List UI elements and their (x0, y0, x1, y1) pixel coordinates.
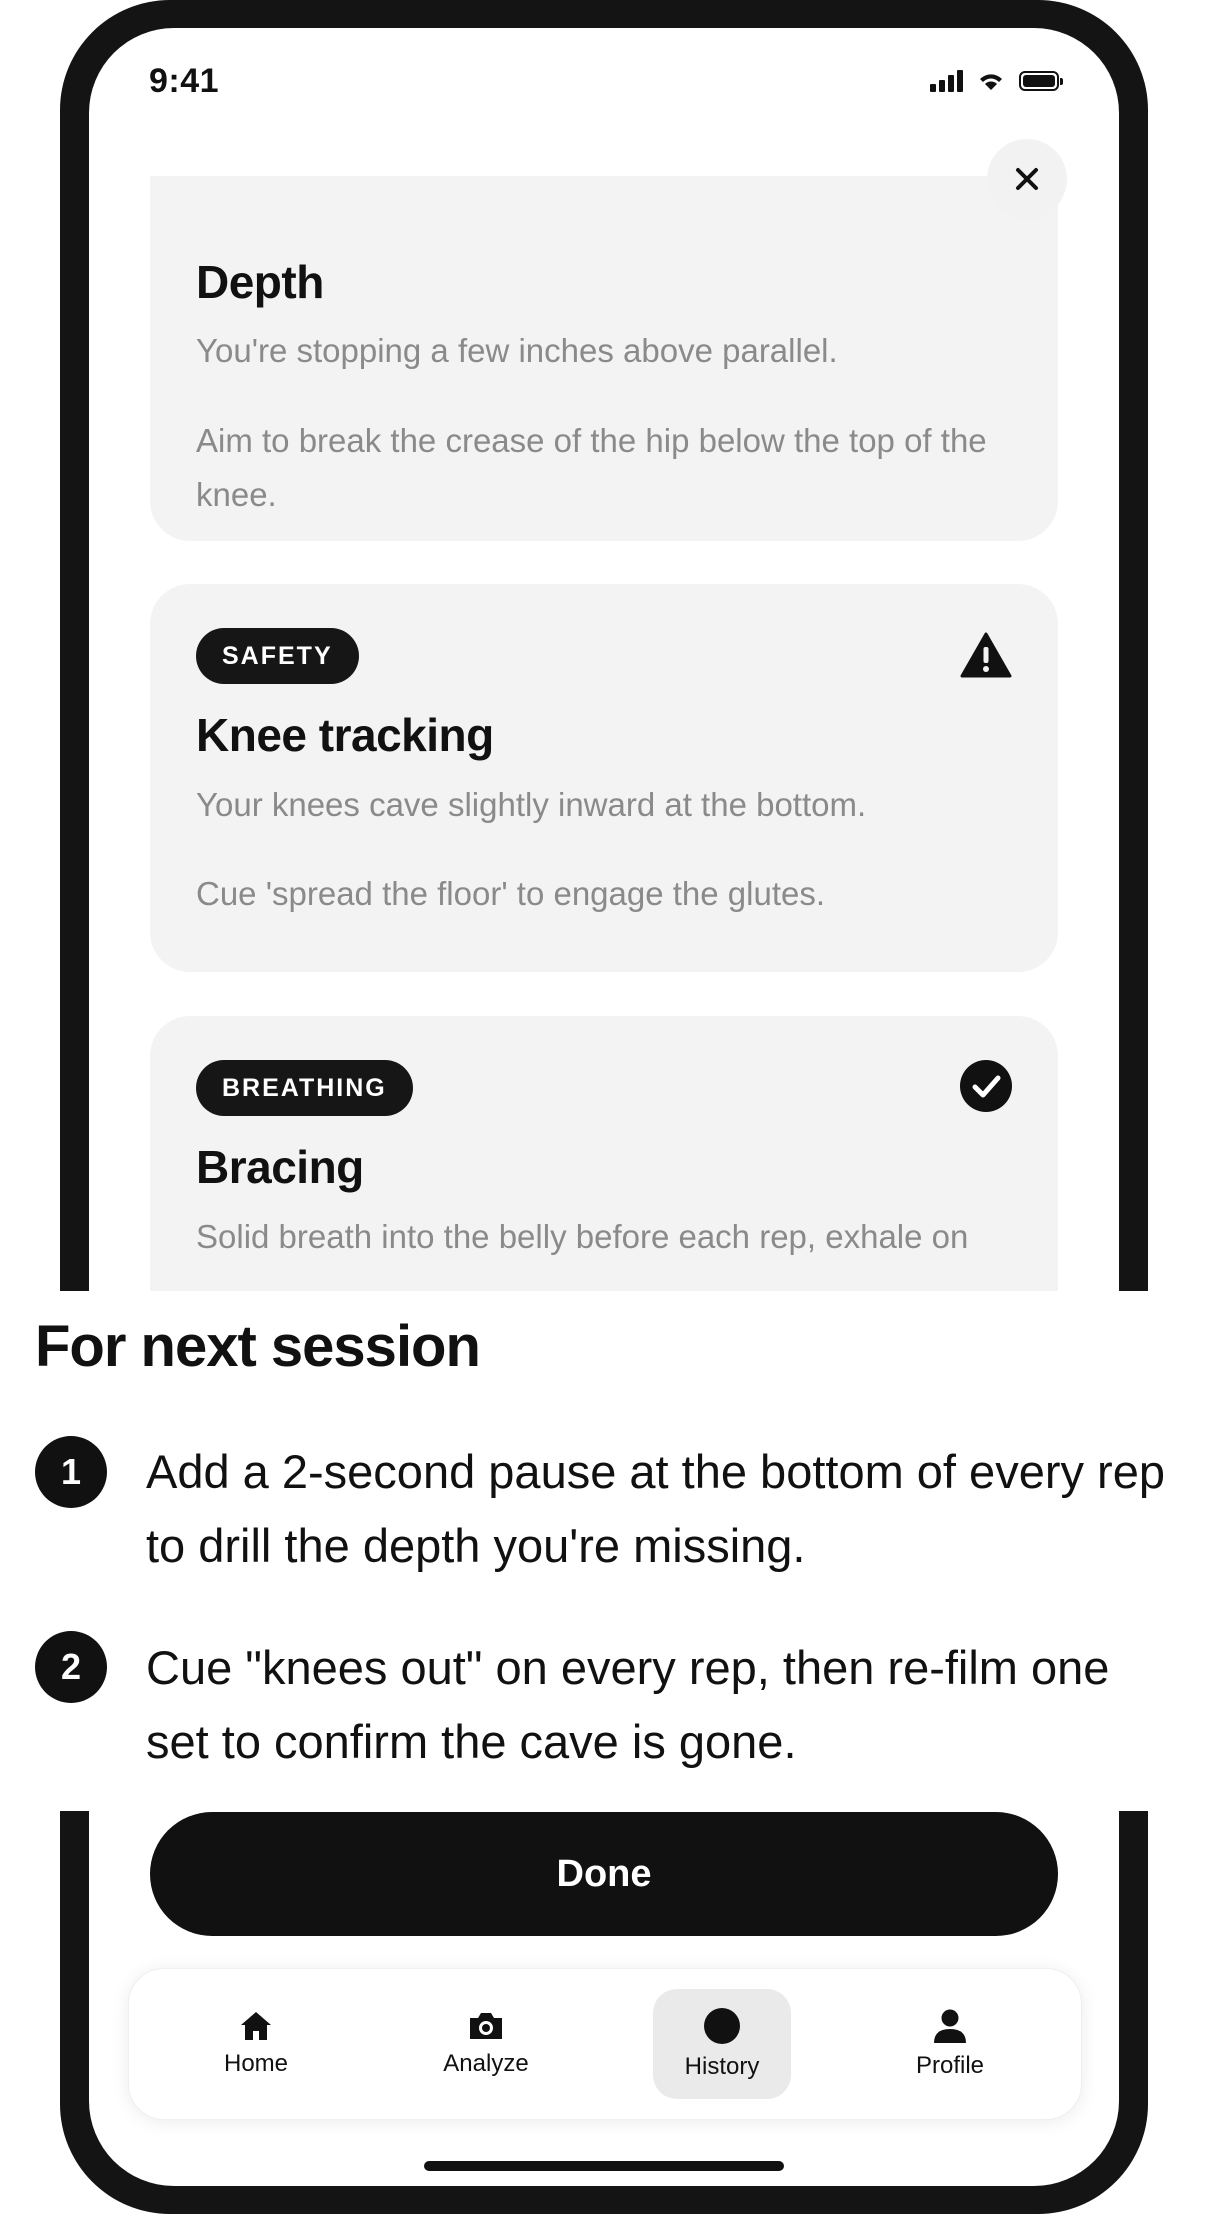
section-title: For next session (35, 1314, 481, 1379)
person-icon (934, 2009, 966, 2043)
category-badge: SAFETY (196, 628, 359, 684)
card-title: Depth (196, 256, 324, 308)
tab-history[interactable]: History (653, 1989, 791, 2099)
card-title: Knee tracking (196, 709, 494, 761)
card-text: Cue 'spread the floor' to engage the glu… (196, 875, 826, 912)
card-text: Aim to break the crease of the hip below… (196, 422, 987, 513)
home-icon (241, 2012, 271, 2040)
feedback-card-depth: Depth You're stopping a few inches above… (150, 176, 1058, 541)
done-button[interactable]: Done (150, 1812, 1058, 1936)
warning-icon (960, 632, 1012, 678)
close-button[interactable] (987, 139, 1067, 219)
tab-home[interactable]: Home (187, 1989, 325, 2099)
camera-icon (470, 2013, 502, 2039)
step-number: 2 (35, 1631, 107, 1703)
circle-icon (704, 2008, 740, 2044)
status-icons (930, 70, 1063, 92)
close-icon (1016, 168, 1038, 190)
tab-label: History (684, 2053, 760, 2080)
tab-label: Profile (915, 2052, 985, 2079)
tab-profile[interactable]: Profile (881, 1989, 1019, 2099)
tab-bar: Home Analyze History Profile (128, 1968, 1082, 2120)
home-indicator (424, 2161, 784, 2171)
status-time: 9:41 (149, 62, 220, 100)
wifi-icon (980, 74, 1002, 90)
step-text: Cue "knees out" on every rep, then re-fi… (146, 1641, 1110, 1768)
feedback-card-knee-tracking: SAFETY Knee tracking Your knees cave sli… (150, 584, 1058, 972)
card-text: Solid breath into the belly before each … (196, 1218, 969, 1255)
tab-label: Analyze (443, 2050, 529, 2077)
tab-analyze[interactable]: Analyze (417, 1989, 555, 2099)
tab-label: Home (223, 2050, 289, 2077)
card-title: Bracing (196, 1141, 364, 1193)
screen: 9:41 Depth You're stopping a few inches … (89, 28, 1119, 2186)
step-text: Add a 2-second pause at the bottom of ev… (146, 1445, 1165, 1572)
battery-icon (1019, 71, 1063, 91)
next-session-panel: For next session 1 Add a 2-second pause … (0, 1291, 1208, 1811)
step-number: 1 (35, 1436, 107, 1508)
check-circle-icon (960, 1060, 1012, 1112)
card-text: You're stopping a few inches above paral… (196, 332, 838, 369)
signal-icon (930, 70, 963, 92)
category-badge: BREATHING (196, 1060, 413, 1116)
card-text: Your knees cave slightly inward at the b… (196, 786, 867, 823)
